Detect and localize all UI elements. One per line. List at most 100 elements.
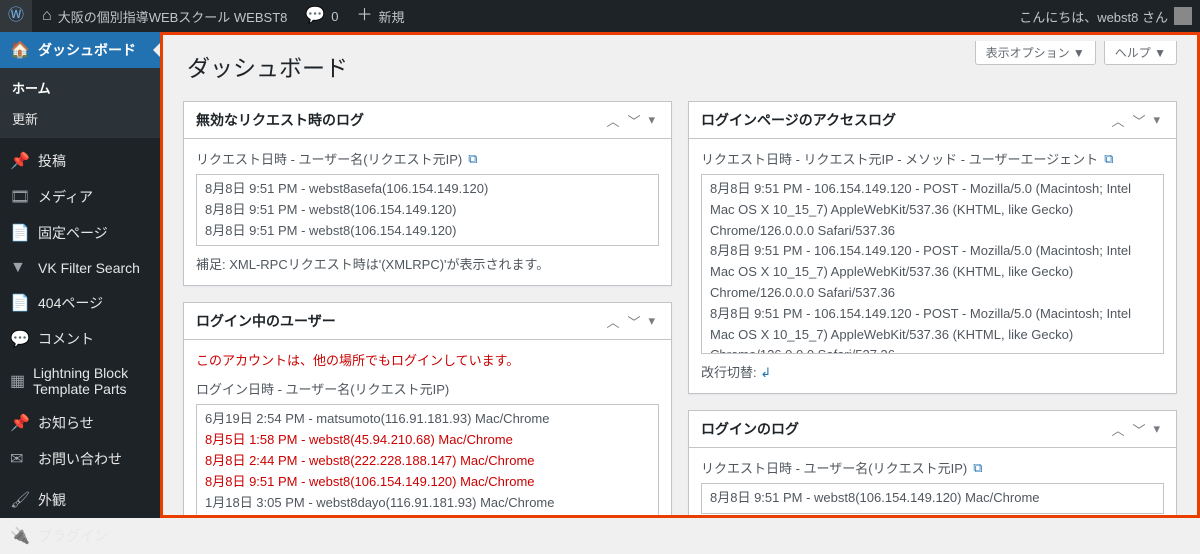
blocks-icon: ▦	[10, 371, 25, 391]
comments-count: 0	[331, 9, 338, 24]
new-label: 新規	[379, 7, 405, 26]
menu-notice-label: お知らせ	[38, 413, 94, 433]
comments-link[interactable]: 💬0	[297, 0, 346, 32]
avatar[interactable]	[1174, 7, 1192, 25]
home-icon: ⌂	[42, 8, 52, 24]
log-row: 6月19日 2:54 PM - matsumoto(116.91.181.93)…	[205, 409, 650, 430]
newline-label: 改行切替:	[701, 365, 757, 380]
site-link[interactable]: ⌂ 大阪の個別指導WEBスクール WEBST8	[34, 0, 295, 32]
plus-icon: ＋	[357, 8, 373, 24]
menu-media[interactable]: 🎞 メディア	[0, 179, 160, 215]
menu-vkfilter-label: VK Filter Search	[38, 260, 140, 276]
toggle-icon[interactable]: ▾	[644, 313, 659, 329]
site-name: 大阪の個別指導WEBスクール WEBST8	[58, 7, 288, 26]
move-down-icon[interactable]: ﹀	[623, 111, 644, 130]
newline-toggle-link[interactable]: ↲	[760, 365, 771, 380]
plugin-icon: 🔌	[10, 526, 30, 546]
new-link[interactable]: ＋ 新規	[349, 0, 413, 32]
widget-login-page-access-log: ログインページのアクセスログ ︿ ﹀ ▾ リクエスト日時 - リクエスト元IP …	[688, 101, 1177, 394]
log-header: ログイン日時 - ユーザー名(リクエスト元IP)	[196, 379, 449, 398]
widget-title: 無効なリクエスト時のログ	[196, 110, 602, 130]
log-row: 8月8日 9:51 PM - 106.154.149.120 - POST - …	[710, 304, 1155, 354]
dashboard-submenu: ホーム 更新	[0, 68, 160, 138]
menu-plugins-label: プラグイン	[38, 526, 108, 546]
toggle-icon[interactable]: ▾	[1149, 421, 1164, 437]
menu-dashboard[interactable]: 🏠 ダッシュボード	[0, 32, 160, 68]
widget-login-log: ログインのログ ︿ ﹀ ▾ リクエスト日時 - ユーザー名(リクエスト元IP) …	[688, 410, 1177, 518]
menu-404[interactable]: 📄 404ページ	[0, 285, 160, 321]
menu-media-label: メディア	[38, 187, 93, 207]
external-link-icon[interactable]: ⧉	[1104, 151, 1113, 167]
log-row: 8月8日 2:44 PM - webst8(222.228.188.147) M…	[205, 451, 650, 472]
help-button[interactable]: ヘルプ ▼	[1104, 41, 1177, 65]
menu-contact[interactable]: ✉お問い合わせ	[0, 441, 160, 477]
menu-posts[interactable]: 📌 投稿	[0, 143, 160, 179]
external-link-icon[interactable]: ⧉	[973, 460, 982, 476]
pin-icon: 📌	[10, 151, 30, 171]
external-link-icon[interactable]: ⧉	[468, 151, 477, 167]
menu-plugins[interactable]: 🔌 プラグイン	[0, 518, 160, 554]
greeting[interactable]: こんにちは、webst8 さん	[1019, 7, 1168, 26]
admin-sidebar: 🏠 ダッシュボード ホーム 更新 📌 投稿 🎞 メディア 📄 固定ページ ▼ VK Fi…	[0, 32, 160, 518]
move-up-icon[interactable]: ︿	[602, 312, 623, 331]
media-icon: 🎞	[10, 187, 30, 207]
menu-comments[interactable]: 💬 コメント	[0, 321, 160, 357]
log-list[interactable]: 8月8日 9:51 PM - 106.154.149.120 - POST - …	[701, 174, 1164, 354]
menu-appearance[interactable]: 🖌外観	[0, 482, 160, 518]
menu-vkfilter[interactable]: ▼ VK Filter Search	[0, 251, 160, 285]
menu-ltparts[interactable]: ▦ Lightning Block Template Parts	[0, 357, 160, 405]
mail-icon: ✉	[10, 449, 30, 469]
log-list: 8月8日 9:51 PM - webst8(106.154.149.120) M…	[701, 483, 1164, 514]
page-icon: 📄	[10, 293, 30, 313]
content-area: 表示オプション ▼ ヘルプ ▼ ダッシュボード 無効なリクエスト時のログ ︿ ﹀…	[160, 32, 1200, 518]
screen-meta-links: 表示オプション ▼ ヘルプ ▼	[975, 41, 1177, 65]
widget-title: ログインのログ	[701, 419, 1107, 439]
screen-options-button[interactable]: 表示オプション ▼	[975, 41, 1096, 65]
warning-text: このアカウントは、他の場所でもログインしています。	[196, 350, 659, 369]
menu-pages-label: 固定ページ	[38, 223, 108, 243]
log-row: 8月8日 9:51 PM - webst8(106.154.149.120) M…	[710, 488, 1155, 509]
log-list: 8月8日 9:51 PM - webst8asefa(106.154.149.1…	[196, 174, 659, 246]
log-row: 8月8日 9:51 PM - 106.154.149.120 - POST - …	[710, 241, 1155, 303]
toggle-icon[interactable]: ▾	[644, 112, 659, 128]
widget-logged-in-users: ログイン中のユーザー ︿ ﹀ ▾ このアカウントは、他の場所でもログインしていま…	[183, 302, 672, 518]
menu-appearance-label: 外観	[38, 490, 66, 510]
log-row: 8月8日 9:51 PM - webst8asefa(106.154.149.1…	[205, 179, 650, 200]
menu-404-label: 404ページ	[38, 293, 103, 313]
log-row: 8月8日 9:51 PM - 106.154.149.120 - POST - …	[710, 179, 1155, 241]
menu-comments-label: コメント	[38, 329, 94, 349]
menu-pages[interactable]: 📄 固定ページ	[0, 215, 160, 251]
menu-posts-label: 投稿	[38, 151, 66, 171]
log-row: 8月8日 9:51 PM - webst8(106.154.149.120)	[205, 200, 650, 221]
submenu-home[interactable]: ホーム	[0, 72, 160, 103]
toggle-icon[interactable]: ▾	[1149, 112, 1164, 128]
move-down-icon[interactable]: ﹀	[1128, 111, 1149, 130]
menu-ltparts-label: Lightning Block Template Parts	[33, 365, 150, 397]
page-icon: 📄	[10, 223, 30, 243]
pin-icon: 📌	[10, 413, 30, 433]
filter-icon: ▼	[10, 259, 30, 277]
log-header: リクエスト日時 - ユーザー名(リクエスト元IP)	[196, 149, 462, 168]
log-row: 8月5日 1:58 PM - webst8(45.94.210.68) Mac/…	[205, 430, 650, 451]
dashboard-col-right: ログインページのアクセスログ ︿ ﹀ ▾ リクエスト日時 - リクエスト元IP …	[688, 101, 1177, 518]
wp-logo[interactable]: Ⓦ	[0, 0, 32, 32]
menu-notice[interactable]: 📌 お知らせ	[0, 405, 160, 441]
gauge-icon: 🏠	[10, 40, 30, 60]
comment-icon: 💬	[305, 8, 325, 24]
move-down-icon[interactable]: ﹀	[623, 312, 644, 331]
widget-title: ログインページのアクセスログ	[701, 110, 1107, 130]
move-down-icon[interactable]: ﹀	[1128, 420, 1149, 439]
menu-dashboard-label: ダッシュボード	[38, 40, 136, 60]
comment-icon: 💬	[10, 329, 30, 349]
log-row: 8月8日 9:51 PM - webst8(106.154.149.120)	[205, 221, 650, 242]
move-up-icon[interactable]: ︿	[1107, 111, 1128, 130]
move-up-icon[interactable]: ︿	[1107, 420, 1128, 439]
widget-title: ログイン中のユーザー	[196, 311, 602, 331]
dashboard-col-left: 無効なリクエスト時のログ ︿ ﹀ ▾ リクエスト日時 - ユーザー名(リクエスト…	[183, 101, 672, 518]
log-list: 6月19日 2:54 PM - matsumoto(116.91.181.93)…	[196, 404, 659, 518]
submenu-updates[interactable]: 更新	[0, 103, 160, 134]
log-row: 1月18日 3:05 PM - webst8dayo(116.91.181.93…	[205, 493, 650, 514]
move-up-icon[interactable]: ︿	[602, 111, 623, 130]
log-note: 補足: XML-RPCリクエスト時は'(XMLRPC)'が表示されます。	[196, 254, 659, 273]
log-header: リクエスト日時 - ユーザー名(リクエスト元IP)	[701, 458, 967, 477]
